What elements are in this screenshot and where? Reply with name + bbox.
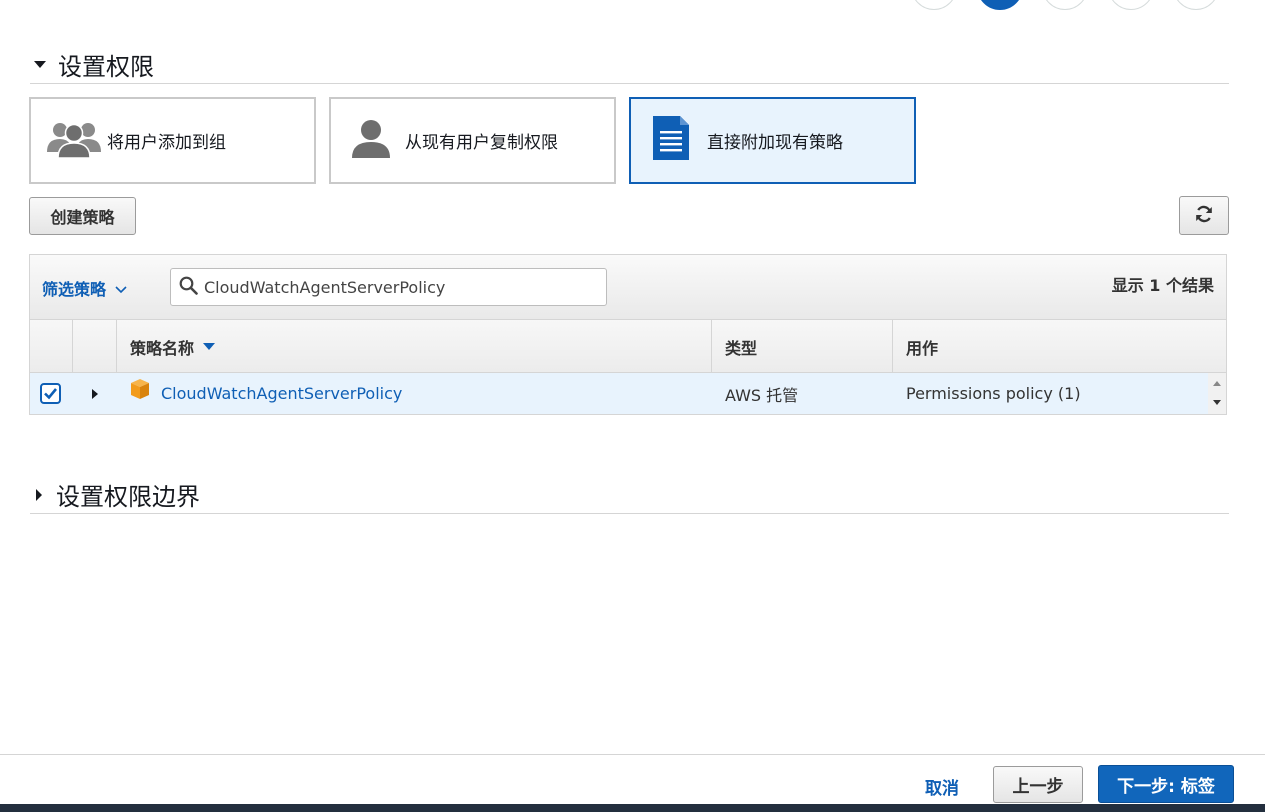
chevron-down-icon [115,279,127,298]
column-type-label: 类型 [725,338,758,358]
column-header-policy-name[interactable]: 策略名称 [117,320,712,373]
managed-policy-icon [129,378,151,404]
option-add-to-group-label: 将用户添加到组 [107,133,226,153]
policy-name-cell: CloudWatchAgentServerPolicy [129,373,709,414]
search-input[interactable] [204,277,604,297]
wizard-step-1 [911,0,957,10]
wizard-step-4 [1108,0,1154,10]
wizard-step-5 [1173,0,1219,10]
sort-descending-icon [203,343,216,350]
row-expand-cell[interactable] [92,373,112,414]
refresh-icon [1194,204,1214,228]
previous-button[interactable]: 上一步 [993,766,1083,803]
row-checkbox-cell [40,373,70,414]
create-policy-button[interactable]: 创建策略 [29,197,136,235]
caret-down-icon [34,61,46,68]
permissions-section-title: 设置权限 [58,53,154,81]
checkmark-icon [44,388,58,400]
policy-used-as-cell: Permissions policy (1) [906,384,1081,403]
option-copy-permissions-label: 从现有用户复制权限 [405,133,558,153]
filter-policy-dropdown[interactable]: 筛选策略 [42,276,127,300]
table-row[interactable]: CloudWatchAgentServerPolicy AWS 托管 Permi… [30,373,1208,414]
permission-boundary-title: 设置权限边界 [56,483,200,511]
caret-right-icon [36,488,42,501]
console-footer-edge [0,804,1265,812]
option-copy-permissions[interactable]: 从现有用户复制权限 [329,97,616,184]
policy-name-link[interactable]: CloudWatchAgentServerPolicy [161,384,402,403]
column-header-used-as[interactable]: 用作 [893,320,1226,373]
option-attach-policies-label: 直接附加现有策略 [707,133,843,153]
policy-table: 筛选策略 显示 1 个结果 策略名称 类型 用作 [29,254,1227,415]
header-expand-cell [73,320,117,373]
filter-policy-label: 筛选策略 [42,280,107,299]
column-used-as-label: 用作 [906,338,939,358]
users-group-icon [45,118,103,163]
search-box[interactable] [170,268,607,306]
user-icon [351,118,391,163]
permission-boundary-section-header[interactable]: 设置权限边界 [30,476,1229,514]
column-header-type[interactable]: 类型 [712,320,893,373]
header-checkbox-cell [30,320,73,373]
option-attach-policies[interactable]: 直接附加现有策略 [629,97,916,184]
table-header: 策略名称 类型 用作 [30,320,1226,373]
search-icon [179,276,198,300]
filter-bar: 筛选策略 显示 1 个结果 [30,255,1226,320]
table-scrollbar[interactable] [1208,373,1226,414]
policy-type-cell: AWS 托管 [725,385,799,405]
scroll-down-icon[interactable] [1213,400,1221,405]
wizard-step-2-active [977,0,1023,10]
refresh-button[interactable] [1179,196,1229,235]
next-button[interactable]: 下一步: 标签 [1098,765,1234,803]
caret-right-icon [92,388,98,399]
document-icon [651,116,691,165]
results-count: 显示 1 个结果 [1111,276,1214,295]
row-checkbox[interactable] [40,383,61,404]
option-add-to-group[interactable]: 将用户添加到组 [29,97,316,184]
column-policy-name-label: 策略名称 [130,338,195,358]
wizard-step-3 [1042,0,1088,10]
cancel-link[interactable]: 取消 [925,774,959,799]
scroll-up-icon[interactable] [1213,381,1221,386]
permissions-section-header[interactable]: 设置权限 [30,46,1229,84]
